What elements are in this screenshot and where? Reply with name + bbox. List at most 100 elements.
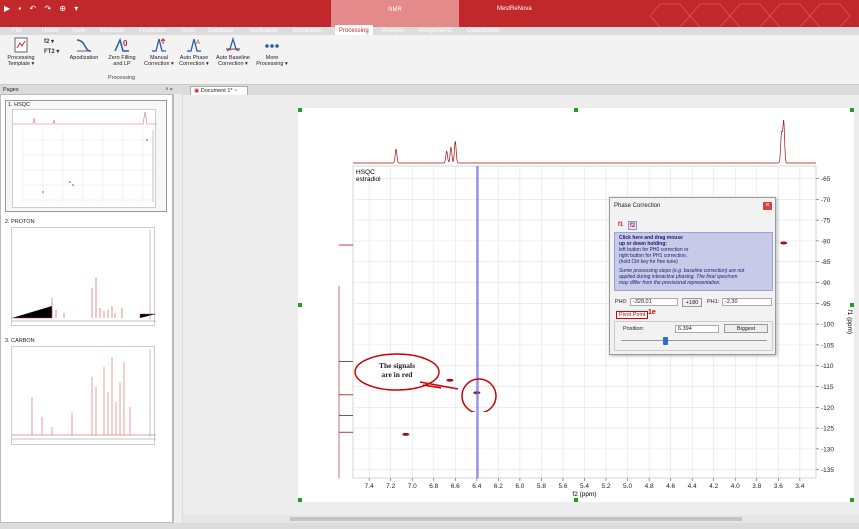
y-tick-label: -110 — [821, 363, 834, 370]
y-tick-label: -65 — [821, 176, 831, 183]
y-axis-title: f1 (ppm) — [846, 310, 853, 334]
quick-access-toolbar[interactable]: ▶ ▪ ↶ ↷ ⊕ ▾ — [4, 4, 81, 13]
window-title: MestReNova — [497, 6, 532, 12]
page-label: 1. HSQC — [8, 102, 31, 108]
x-tick-label: 4.2 — [709, 483, 718, 490]
spectrum-sublabel: estradiol — [356, 176, 381, 183]
tab-f2[interactable]: f2 — [628, 221, 637, 230]
x-tick-label: 5.4 — [580, 483, 589, 490]
tab-view[interactable]: View — [72, 28, 85, 34]
x-tick-label: 6.6 — [451, 483, 460, 490]
pivot-slider-handle[interactable] — [663, 337, 668, 345]
scrollbar-thumb[interactable] — [290, 517, 742, 521]
x-tick-label: 3.4 — [795, 483, 804, 490]
tab-analysis[interactable]: Analysis — [382, 28, 404, 34]
ft-f2-button[interactable]: f2 ▾ FT2 ▾ — [44, 37, 64, 57]
x-tick-label: 7.2 — [386, 483, 395, 490]
spectrum-label: HSQC — [356, 169, 375, 176]
x-tick-label: 6.4 — [472, 483, 481, 490]
y-tick-label: -100 — [821, 322, 834, 329]
auto-phase-button[interactable]: A Auto Phase Correction ▾ — [177, 37, 211, 67]
processing-template-button[interactable]: Processing Template ▾ — [6, 37, 36, 67]
y-tick-label: -115 — [821, 384, 834, 391]
manual-correction-button[interactable]: Manual Correction ▾ — [143, 37, 175, 67]
close-icon[interactable]: × — [234, 88, 237, 94]
pages-panel-header: Pages ᵖ × — [0, 86, 182, 94]
ph1-label: PH1: — [707, 299, 720, 305]
y-tick-label: -135 — [821, 467, 834, 474]
template-icon — [13, 37, 29, 53]
x-tick-label: 3.6 — [774, 483, 783, 490]
tab-file[interactable]: File — [12, 28, 22, 34]
ph0-input[interactable]: -328.01 — [630, 298, 678, 306]
ph1-input[interactable]: -2.30 — [722, 298, 772, 306]
tab-quantitation[interactable]: Quantitation — [467, 28, 499, 34]
y-tick-label: -105 — [821, 342, 834, 349]
tab-home[interactable]: Home — [42, 28, 58, 34]
document-tab[interactable]: ▣ Document 1* × — [190, 86, 248, 95]
selection-handle — [298, 303, 302, 307]
pivot-point-label: Pivot Point — [616, 311, 649, 319]
thumbnail-preview — [11, 346, 156, 445]
selection-handle — [850, 108, 854, 112]
x-axis-title: f2 (ppm) — [572, 491, 596, 498]
biggest-button[interactable]: Biggest — [724, 324, 768, 333]
selection-handle — [850, 498, 854, 502]
x-tick-label: 5.2 — [602, 483, 611, 490]
tab-database[interactable]: Database — [208, 28, 234, 34]
thumbnail-preview — [12, 109, 157, 208]
apodization-button[interactable]: Apodization — [67, 37, 101, 61]
thumbnail-preview — [11, 227, 156, 326]
y-tick-label: -95 — [821, 301, 831, 308]
more-processing-button[interactable]: More Processing ▾ — [255, 37, 289, 67]
ribbon: Processing Template ▾ f2 ▾ FT2 ▾ Apodiza… — [0, 35, 859, 85]
y-tick-label: -130 — [821, 446, 834, 453]
position-label: Position: — [623, 326, 645, 332]
page-thumbnail-proton[interactable]: 2. PROTON — [5, 219, 167, 331]
position-input[interactable]: 6.394 — [675, 325, 719, 333]
x-tick-label: 6.0 — [515, 483, 524, 490]
y-tick-label: -85 — [821, 259, 831, 266]
horizontal-scrollbar[interactable] — [183, 515, 859, 523]
y-tick-label: -70 — [821, 197, 831, 204]
nmr-context-tab-group — [331, 0, 459, 27]
tab-tools[interactable]: Tools — [181, 28, 195, 34]
tab-molecule[interactable]: Molecule — [100, 28, 124, 34]
auto-baseline-button[interactable]: Auto Baseline Correction ▾ — [213, 36, 253, 67]
context-group-label: NMR — [388, 7, 402, 13]
tab-prediction[interactable]: Prediction — [139, 28, 166, 34]
page-label: 2. PROTON — [5, 219, 35, 225]
svg-text:0: 0 — [123, 39, 128, 48]
phase-drag-area[interactable]: Click here and drag mouse up or down hol… — [614, 232, 773, 291]
tab-f1[interactable]: f1 — [616, 221, 625, 230]
panel-controls[interactable]: ᵖ × — [166, 87, 173, 93]
cross-peak — [402, 432, 410, 436]
zero-filling-button[interactable]: 0 Zero Filling and LP — [103, 37, 141, 67]
selection-handle — [850, 303, 854, 307]
x-tick-label: 5.0 — [623, 483, 632, 490]
page-thumbnail-carbon[interactable]: 3. CARBON — [5, 338, 167, 450]
phase-correction-dialog[interactable]: Phase Correction × f1 f2 Click here and … — [609, 197, 776, 355]
selection-handle — [574, 108, 578, 112]
close-button[interactable]: × — [763, 202, 772, 210]
x-tick-label: 7.0 — [408, 483, 417, 490]
tab-verification[interactable]: Verification — [249, 28, 278, 34]
auto-baseline-icon — [225, 36, 241, 53]
tab-assignments[interactable]: Assignments — [418, 28, 452, 34]
page-thumbnail-hsqc[interactable]: 1. HSQC — [5, 100, 167, 212]
svg-text:A: A — [196, 40, 200, 46]
tab-processing[interactable]: Processing — [335, 25, 373, 35]
y-tick-label: -75 — [821, 218, 831, 225]
pages-panel[interactable]: 1. HSQC 2. PROTON 3. CARBON — [0, 94, 173, 523]
pivot-slider[interactable] — [621, 340, 767, 341]
x-tick-label: 3.8 — [752, 483, 761, 490]
selection-handle — [298, 108, 302, 112]
tab-elucidation[interactable]: Elucidation — [293, 28, 322, 34]
x-tick-label: 6.2 — [494, 483, 503, 490]
x-tick-label: 7.4 — [365, 483, 374, 490]
pages-scrollbar[interactable] — [173, 94, 182, 523]
auto-phase-icon: A — [186, 37, 202, 53]
plus180-button[interactable]: +180 — [682, 298, 702, 307]
callout-pointer — [420, 378, 497, 412]
document-tab-label: Document 1* — [200, 88, 233, 94]
